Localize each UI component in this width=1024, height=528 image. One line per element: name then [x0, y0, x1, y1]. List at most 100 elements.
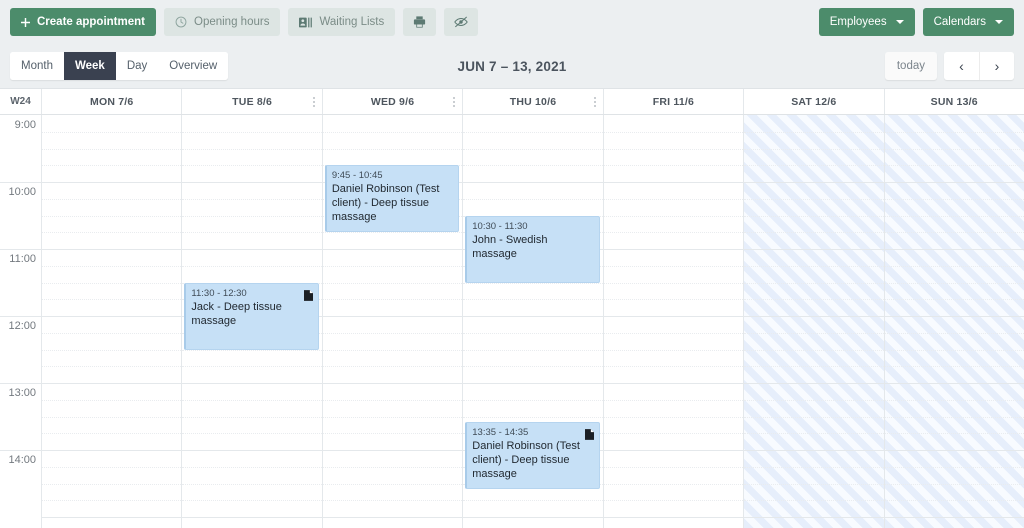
gutter-hour-line: [0, 316, 41, 317]
event-time: 9:45 - 10:45: [331, 170, 383, 182]
day-column-2[interactable]: 9:45 - 10:45 Daniel Robinson (Test client…: [322, 115, 464, 528]
quarter-hour-line: [884, 500, 1024, 502]
create-appointment-button[interactable]: Create appointment: [10, 8, 156, 36]
quarter-hour-line: [322, 131, 463, 133]
calendar-event[interactable]: 13:35 - 14:35 Daniel Robinson (Test clien…: [465, 422, 600, 490]
quarter-hour-line: [603, 466, 744, 468]
quarter-hour-line: [884, 148, 1024, 150]
hour-line: [182, 249, 322, 250]
quarter-hour-line: [42, 466, 182, 468]
quarter-hour-line: [463, 198, 603, 200]
quarter-hour-line: [744, 215, 884, 217]
eye-slash-icon: [454, 16, 468, 28]
hour-line: [884, 383, 1024, 384]
day-column-3[interactable]: 10:30 - 11:30 John - Swedish massage 13:35…: [463, 115, 604, 528]
day-options-kebab-icon[interactable]: [453, 96, 456, 107]
hour-line: [322, 450, 463, 451]
quarter-hour-line: [884, 215, 1024, 217]
day-header-label: TUE 8/6: [232, 95, 273, 108]
print-button[interactable]: [403, 8, 437, 36]
quarter-hour-line: [42, 198, 182, 200]
event-time: 10:30 - 11:30: [472, 220, 528, 232]
quarter-hour-line: [182, 148, 322, 150]
time-gutter: 9:00 10:00 11:00 12:00 13:00 14:00: [0, 115, 42, 528]
today-button[interactable]: today: [884, 52, 937, 80]
chevron-down-icon: [995, 20, 1003, 24]
opening-hours-button[interactable]: Opening hours: [164, 8, 281, 36]
day-header-1: TUE 8/6: [182, 89, 323, 114]
quarter-hour-line: [182, 349, 322, 351]
day-header-2: WED 9/6: [323, 89, 464, 114]
chevron-down-icon: [895, 20, 904, 24]
waiting-lists-button[interactable]: Waiting Lists: [288, 8, 396, 36]
view-tab-day[interactable]: Day: [115, 52, 159, 80]
plus-icon: [21, 17, 30, 27]
hour-line: [322, 383, 463, 384]
quarter-hour-line: [42, 265, 182, 267]
calendar-event[interactable]: 10:30 - 11:30 John - Swedish massage: [465, 215, 600, 283]
quarter-hour-line: [744, 500, 884, 502]
day-column-0[interactable]: [42, 115, 183, 528]
day-columns: 11:30 - 12:30 Jack - Deep tissue massage 9…: [42, 115, 1024, 528]
quarter-hour-line: [884, 433, 1024, 435]
day-header-label: FRI 11/6: [652, 95, 695, 108]
event-time: 11:30 - 12:30: [191, 287, 247, 299]
quarter-hour-line: [463, 299, 603, 301]
week-number-label: W24: [0, 89, 42, 114]
quarter-hour-line: [322, 366, 463, 368]
day-column-6[interactable]: [884, 115, 1024, 528]
clock-icon: [175, 16, 187, 28]
calendar-event[interactable]: 9:45 - 10:45 Daniel Robinson (Test client…: [324, 165, 460, 233]
day-options-kebab-icon[interactable]: [593, 96, 596, 107]
day-column-5[interactable]: [744, 115, 885, 528]
employees-dropdown-button[interactable]: Employees: [818, 8, 915, 36]
day-header-label: THU 10/6: [509, 95, 557, 108]
quarter-hour-line: [463, 332, 603, 334]
quarter-hour-line: [42, 215, 182, 217]
day-column-4[interactable]: [603, 115, 745, 528]
hour-line: [42, 316, 182, 317]
gutter-hour-line: [0, 182, 41, 183]
quarter-hour-line: [463, 416, 603, 418]
hour-line: [744, 450, 884, 451]
quarter-hour-line: [182, 215, 322, 217]
view-tab-overview[interactable]: Overview: [158, 52, 229, 80]
view-switcher: Month Week Day Overview: [10, 52, 229, 80]
event-title: Daniel Robinson (Test client) - Deep tis…: [472, 440, 580, 481]
quarter-hour-line: [603, 483, 744, 485]
quarter-hour-line: [322, 332, 463, 334]
hour-line: [603, 383, 744, 384]
quarter-hour-line: [463, 500, 603, 502]
hide-toggle-button[interactable]: [444, 8, 479, 36]
quarter-hour-line: [744, 198, 884, 200]
quarter-hour-line: [182, 366, 322, 368]
quarter-hour-line: [42, 148, 182, 150]
quarter-hour-line: [42, 165, 182, 167]
calendars-dropdown-button[interactable]: Calendars: [922, 8, 1014, 36]
quarter-hour-line: [603, 433, 744, 435]
next-week-button[interactable]: ›: [979, 52, 1014, 80]
quarter-hour-line: [603, 282, 744, 284]
week-calendar: W24 MON 7/6 TUE 8/6 WED 9/6 THU 10/6 FRI 11/…: [0, 88, 1024, 528]
event-title: Daniel Robinson (Test client) - Deep tis…: [331, 183, 440, 224]
quarter-hour-line: [603, 299, 744, 301]
quarter-hour-line: [603, 131, 744, 133]
view-tab-week[interactable]: Week: [63, 52, 116, 80]
time-label-1: 10:00: [8, 186, 36, 198]
hour-line: [463, 316, 603, 317]
previous-week-button[interactable]: ‹: [944, 52, 979, 80]
calendar-event[interactable]: 11:30 - 12:30 Jack - Deep tissue massage: [184, 282, 319, 350]
day-header-row: W24 MON 7/6 TUE 8/6 WED 9/6 THU 10/6 FRI 11/…: [0, 88, 1024, 115]
note-document-icon: [584, 427, 594, 440]
quarter-hour-line: [182, 131, 322, 133]
main-toolbar: Create appointment Opening hours Waiting…: [0, 0, 1024, 44]
gutter-hour-line: [0, 249, 41, 250]
day-header-3: THU 10/6: [463, 89, 604, 114]
view-tab-month[interactable]: Month: [10, 52, 64, 80]
quarter-hour-line: [322, 148, 463, 150]
day-options-kebab-icon[interactable]: [312, 96, 315, 107]
hour-line: [744, 517, 884, 518]
quarter-hour-line: [603, 265, 744, 267]
day-column-1[interactable]: 11:30 - 12:30 Jack - Deep tissue massage: [182, 115, 323, 528]
employees-label: Employees: [829, 16, 887, 28]
